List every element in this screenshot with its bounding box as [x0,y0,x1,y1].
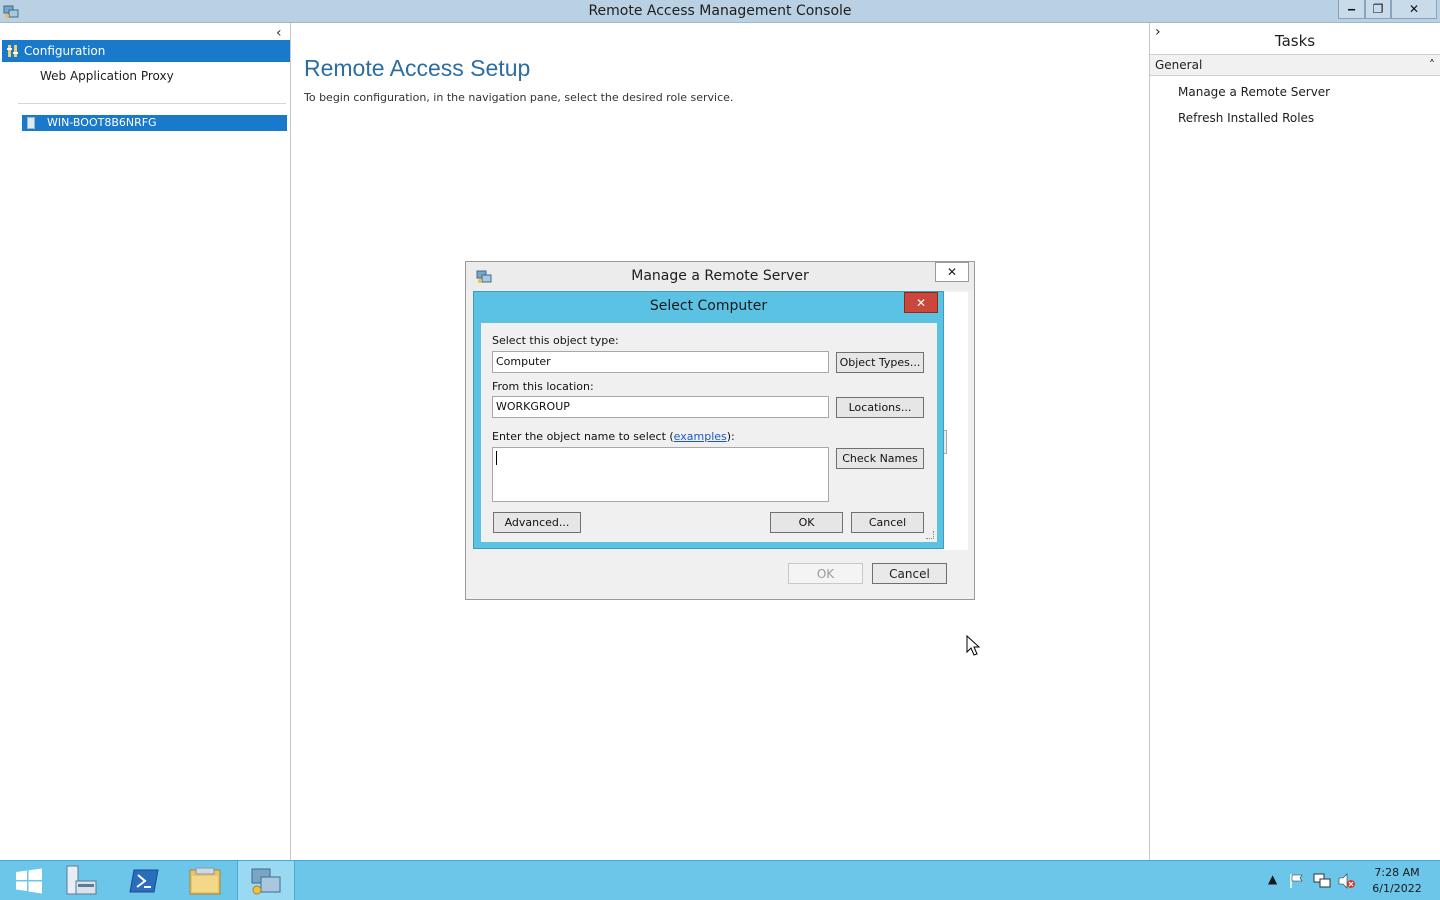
location-field: WORKGROUP [492,396,829,418]
select-computer-title: Select Computer [649,298,768,314]
select-computer-close-button[interactable]: ✕ [904,292,938,313]
minimize-button[interactable]: ‒ [1338,0,1365,19]
tasks-section-general[interactable]: General ˄ [1150,54,1440,76]
object-types-button[interactable]: Object Types... [836,352,924,373]
task-refresh-installed-roles[interactable]: Refresh Installed Roles [1178,111,1314,125]
check-names-button[interactable]: Check Names [836,448,924,469]
tasks-section-label: General [1155,58,1203,72]
tasks-title: Tasks [1274,32,1316,50]
object-name-label-suffix: ): [726,430,735,443]
examples-link[interactable]: examples [674,430,727,443]
window-titlebar: Remote Access Management Console ‒ ❐ ✕ [0,0,1440,23]
dialog-title: Manage a Remote Server [631,268,809,284]
task-manage-remote-server[interactable]: Manage a Remote Server [1178,85,1330,99]
text-caret [496,451,497,465]
show-hidden-icons-button[interactable]: ▲ [1268,872,1277,886]
nav-item-web-application-proxy[interactable]: Web Application Proxy [40,69,174,83]
dialog-close-button[interactable]: ✕ [935,262,969,282]
collapse-pane-icon[interactable]: ‹ [276,25,282,41]
select-computer-cancel-button[interactable]: Cancel [851,512,924,533]
taskbar-powershell[interactable] [115,861,173,900]
dialog-cancel-button[interactable]: Cancel [872,563,947,584]
nav-divider [18,103,286,104]
object-name-label: Enter the object name to select (example… [492,430,735,443]
object-type-field: Computer [492,351,829,373]
clock-time: 7:28 AM [1374,866,1420,879]
taskbar-remote-access-console[interactable] [237,861,295,900]
page-title: Remote Access Setup [304,55,531,81]
server-icon [27,117,35,129]
object-name-input[interactable] [492,447,829,502]
nav-item-server[interactable]: WIN-BOOT8B6NRFG [22,115,287,131]
start-button[interactable] [0,861,58,900]
locations-button[interactable]: Locations... [836,397,924,418]
remote-access-taskbar-icon [251,868,281,895]
page-description: To begin configuration, in the navigatio… [304,91,734,104]
server-manager-icon [66,865,97,895]
network-icon[interactable] [1313,873,1331,889]
tasks-pane: › Tasks General ˄ Manage a Remote Server… [1149,23,1440,860]
nav-item-configuration-label: Configuration [24,44,106,58]
select-computer-body: Select this object type: Computer Object… [481,323,937,542]
folder-icon [189,867,221,895]
dialog-scroll-area [942,292,968,550]
action-center-flag-icon[interactable] [1289,873,1305,889]
mouse-cursor-icon [966,635,981,656]
powershell-icon [129,869,159,893]
taskbar-server-manager[interactable] [52,861,110,900]
system-clock[interactable]: 7:28 AM 6/1/2022 [1360,865,1434,897]
object-name-label-prefix: Enter the object name to select ( [492,430,674,443]
select-computer-dialog: Select Computer ✕ Select this object typ… [473,291,944,549]
dialog-ok-button[interactable]: OK [788,563,863,584]
volume-muted-icon[interactable] [1338,873,1356,889]
close-window-button[interactable]: ✕ [1391,0,1437,19]
resize-grip[interactable] [926,531,934,539]
restore-button[interactable]: ❐ [1365,0,1391,19]
clock-date: 6/1/2022 [1372,882,1422,895]
taskbar: ▲ 7:28 AM 6/1/2022 [0,860,1440,900]
navigation-pane: ‹ Configuration Web Application Proxy WI… [0,23,291,860]
window-title: Remote Access Management Console [588,3,852,19]
nav-item-server-label: WIN-BOOT8B6NRFG [47,116,157,129]
select-computer-ok-button[interactable]: OK [770,512,843,533]
chevron-up-icon[interactable]: ˄ [1429,55,1435,76]
location-label: From this location: [492,380,594,393]
windows-start-icon [16,868,42,894]
nav-item-configuration[interactable]: Configuration [2,40,290,62]
object-type-label: Select this object type: [492,334,619,347]
advanced-button[interactable]: Advanced... [493,512,581,533]
taskbar-file-explorer[interactable] [176,861,234,900]
configuration-icon [7,45,18,57]
